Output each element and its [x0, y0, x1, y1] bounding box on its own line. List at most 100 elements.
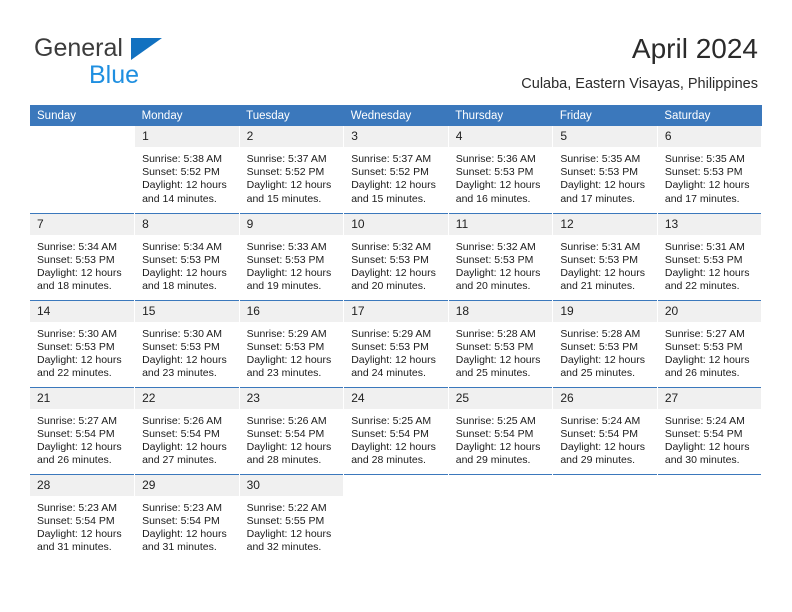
- daylight-text-line1: Daylight: 12 hours: [560, 179, 645, 192]
- sunset-text: Sunset: 5:52 PM: [246, 166, 325, 179]
- day-sun-info: Sunrise: 5:36 AM Sunset: 5:53 PM Daylight:…: [449, 147, 553, 206]
- day-sun-info: Sunrise: 5:37 AM Sunset: 5:52 PM Daylight:…: [344, 147, 448, 206]
- calendar-day-cell[interactable]: 2 Sunrise: 5:37 AM Sunset: 5:52 PM Daylight…: [239, 126, 345, 213]
- calendar-day-cell[interactable]: 7 Sunrise: 5:34 AM Sunset: 5:53 PM Daylight…: [30, 212, 136, 300]
- sunset-text: Sunset: 5:54 PM: [351, 427, 429, 440]
- daylight-text-line2: and 14 minutes.: [142, 192, 217, 205]
- calendar-day-cell[interactable]: 25 Sunrise: 5:25 AM Sunset: 5:54 PM Dayligh…: [448, 386, 554, 474]
- sunset-text: Sunset: 5:53 PM: [664, 166, 743, 179]
- calendar-day-cell[interactable]: 1 Sunrise: 5:38 AM Sunset: 5:52 PM Daylight…: [134, 126, 240, 213]
- calendar-day-cell[interactable]: 8 Sunrise: 5:34 AM Sunset: 5:53 PM Daylight…: [134, 212, 240, 300]
- calendar-day-cell[interactable]: 10 Sunrise: 5:32 AM Sunset: 5:53 PM Dayligh…: [343, 212, 449, 300]
- sunrise-text: Sunrise: 5:36 AM: [455, 153, 536, 165]
- calendar-day-cell[interactable]: 30 Sunrise: 5:22 AM Sunset: 5:55 PM Dayligh…: [239, 473, 345, 561]
- calendar-day-cell[interactable]: 28 Sunrise: 5:23 AM Sunset: 5:54 PM Dayligh…: [30, 473, 136, 561]
- calendar-day-cell[interactable]: 27 Sunrise: 5:24 AM Sunset: 5:54 PM Dayligh…: [657, 386, 763, 474]
- daylight-text-line1: Daylight: 12 hours: [351, 353, 436, 366]
- sunrise-text: Sunrise: 5:37 AM: [246, 153, 327, 165]
- day-sun-info: Sunrise: 5:23 AM Sunset: 5:54 PM Daylight:…: [30, 496, 134, 555]
- calendar-day-cell[interactable]: 21 Sunrise: 5:27 AM Sunset: 5:54 PM Dayligh…: [30, 386, 136, 474]
- day-number: 30: [239, 474, 344, 496]
- calendar-day-cell[interactable]: 6 Sunrise: 5:35 AM Sunset: 5:53 PM Daylight…: [657, 126, 763, 213]
- daylight-text-line1: Daylight: 12 hours: [560, 353, 645, 366]
- calendar-day-cell[interactable]: 12 Sunrise: 5:31 AM Sunset: 5:53 PM Dayligh…: [552, 212, 658, 300]
- calendar-day-cell[interactable]: 9 Sunrise: 5:33 AM Sunset: 5:53 PM Daylight…: [239, 212, 345, 300]
- daylight-text-line1: Daylight: 12 hours: [142, 440, 227, 453]
- sunset-text: Sunset: 5:53 PM: [664, 340, 743, 353]
- calendar-day-cell[interactable]: 15 Sunrise: 5:30 AM Sunset: 5:53 PM Dayligh…: [134, 299, 240, 387]
- day-sun-info: Sunrise: 5:24 AM Sunset: 5:54 PM Daylight:…: [658, 409, 762, 468]
- sunset-text: Sunset: 5:53 PM: [351, 340, 429, 353]
- calendar-day-cell[interactable]: 22 Sunrise: 5:26 AM Sunset: 5:54 PM Dayligh…: [134, 386, 240, 474]
- sunrise-text: Sunrise: 5:33 AM: [246, 240, 327, 253]
- calendar-day-cell-empty: [552, 473, 658, 561]
- calendar-day-cell[interactable]: 5 Sunrise: 5:35 AM Sunset: 5:53 PM Daylight…: [552, 126, 658, 213]
- calendar-day-cell[interactable]: 24 Sunrise: 5:25 AM Sunset: 5:54 PM Dayligh…: [343, 386, 449, 474]
- daylight-text-line1: Daylight: 12 hours: [246, 440, 332, 453]
- daylight-text-line1: Daylight: 12 hours: [142, 266, 227, 279]
- day-number: 9: [239, 213, 344, 235]
- daylight-text-line2: and 23 minutes.: [246, 367, 322, 380]
- weekday-header-saturday: Saturday: [657, 105, 762, 126]
- calendar-day-cell[interactable]: 11 Sunrise: 5:32 AM Sunset: 5:53 PM Dayligh…: [448, 212, 554, 300]
- calendar-day-cell[interactable]: 3 Sunrise: 5:37 AM Sunset: 5:52 PM Daylight…: [343, 126, 449, 213]
- sunset-text: Sunset: 5:53 PM: [560, 340, 638, 353]
- day-number: 2: [239, 126, 344, 147]
- logo-text-blue: Blue: [89, 61, 140, 89]
- calendar-day-cell[interactable]: 29 Sunrise: 5:23 AM Sunset: 5:54 PM Dayligh…: [134, 473, 240, 561]
- general-blue-logo[interactable]: General Blue: [34, 36, 162, 89]
- daylight-text-line2: and 26 minutes.: [37, 454, 112, 467]
- weekday-header-sunday: Sunday: [30, 105, 135, 126]
- daylight-text-line2: and 25 minutes.: [560, 367, 636, 380]
- sunrise-text: Sunrise: 5:32 AM: [455, 240, 536, 253]
- daylight-text-line2: and 19 minutes.: [246, 280, 322, 293]
- day-number: 29: [135, 474, 239, 496]
- weekday-header-thursday: Thursday: [448, 105, 553, 126]
- calendar-day-cell[interactable]: 20 Sunrise: 5:27 AM Sunset: 5:53 PM Dayligh…: [657, 299, 763, 387]
- sunset-text: Sunset: 5:54 PM: [142, 514, 220, 527]
- sunrise-text: Sunrise: 5:32 AM: [351, 240, 432, 253]
- day-number: 28: [30, 474, 135, 496]
- daylight-text-line1: Daylight: 12 hours: [246, 527, 332, 540]
- daylight-text-line1: Daylight: 12 hours: [455, 353, 541, 366]
- day-number: 24: [344, 387, 448, 409]
- calendar-day-cell[interactable]: 19 Sunrise: 5:28 AM Sunset: 5:53 PM Dayligh…: [552, 299, 658, 387]
- calendar-week-row: 1 Sunrise: 5:38 AM Sunset: 5:52 PM Daylight…: [30, 126, 763, 213]
- day-sun-info: Sunrise: 5:25 AM Sunset: 5:54 PM Daylight:…: [449, 409, 553, 468]
- day-number: 16: [239, 300, 344, 322]
- calendar-day-cell[interactable]: 14 Sunrise: 5:30 AM Sunset: 5:53 PM Dayligh…: [30, 299, 136, 387]
- calendar-day-cell[interactable]: 23 Sunrise: 5:26 AM Sunset: 5:54 PM Dayligh…: [239, 386, 345, 474]
- sunrise-text: Sunrise: 5:28 AM: [455, 327, 536, 340]
- day-sun-info: Sunrise: 5:30 AM Sunset: 5:53 PM Daylight:…: [30, 322, 134, 381]
- daylight-text-line2: and 15 minutes.: [351, 192, 426, 205]
- calendar-day-cell[interactable]: 16 Sunrise: 5:29 AM Sunset: 5:53 PM Dayligh…: [239, 299, 345, 387]
- daylight-text-line2: and 20 minutes.: [351, 280, 426, 293]
- day-number: 22: [135, 387, 239, 409]
- day-sun-info: Sunrise: 5:34 AM Sunset: 5:53 PM Daylight:…: [30, 235, 134, 294]
- daylight-text-line1: Daylight: 12 hours: [37, 527, 122, 540]
- sunset-text: Sunset: 5:53 PM: [560, 166, 638, 179]
- sunrise-text: Sunrise: 5:38 AM: [142, 153, 223, 165]
- day-sun-info: Sunrise: 5:33 AM Sunset: 5:53 PM Daylight:…: [240, 235, 344, 294]
- daylight-text-line2: and 32 minutes.: [246, 541, 322, 554]
- calendar-day-cell[interactable]: 18 Sunrise: 5:28 AM Sunset: 5:53 PM Dayligh…: [448, 299, 554, 387]
- day-number: 23: [239, 387, 344, 409]
- sunset-text: Sunset: 5:52 PM: [142, 166, 220, 179]
- calendar-day-cell-empty: [448, 473, 554, 561]
- sunrise-text: Sunrise: 5:25 AM: [455, 414, 536, 427]
- daylight-text-line1: Daylight: 12 hours: [664, 440, 750, 453]
- sunrise-text: Sunrise: 5:29 AM: [246, 327, 327, 340]
- daylight-text-line2: and 22 minutes.: [664, 280, 740, 293]
- day-sun-info: Sunrise: 5:23 AM Sunset: 5:54 PM Daylight:…: [135, 496, 239, 555]
- day-number: 6: [657, 126, 762, 147]
- day-sun-info: Sunrise: 5:35 AM Sunset: 5:53 PM Daylight:…: [553, 147, 657, 206]
- day-sun-info: Sunrise: 5:30 AM Sunset: 5:53 PM Daylight:…: [135, 322, 239, 381]
- day-sun-info: Sunrise: 5:29 AM Sunset: 5:53 PM Daylight:…: [344, 322, 448, 381]
- calendar-day-cell[interactable]: 4 Sunrise: 5:36 AM Sunset: 5:53 PM Daylight…: [448, 126, 554, 213]
- sunrise-text: Sunrise: 5:27 AM: [37, 414, 117, 427]
- calendar-day-cell[interactable]: 17 Sunrise: 5:29 AM Sunset: 5:53 PM Dayligh…: [343, 299, 449, 387]
- calendar-day-cell[interactable]: 13 Sunrise: 5:31 AM Sunset: 5:53 PM Dayligh…: [657, 212, 763, 300]
- sunrise-text: Sunrise: 5:29 AM: [351, 327, 432, 340]
- calendar-day-cell[interactable]: 26 Sunrise: 5:24 AM Sunset: 5:54 PM Dayligh…: [552, 386, 658, 474]
- daylight-text-line2: and 18 minutes.: [142, 280, 217, 293]
